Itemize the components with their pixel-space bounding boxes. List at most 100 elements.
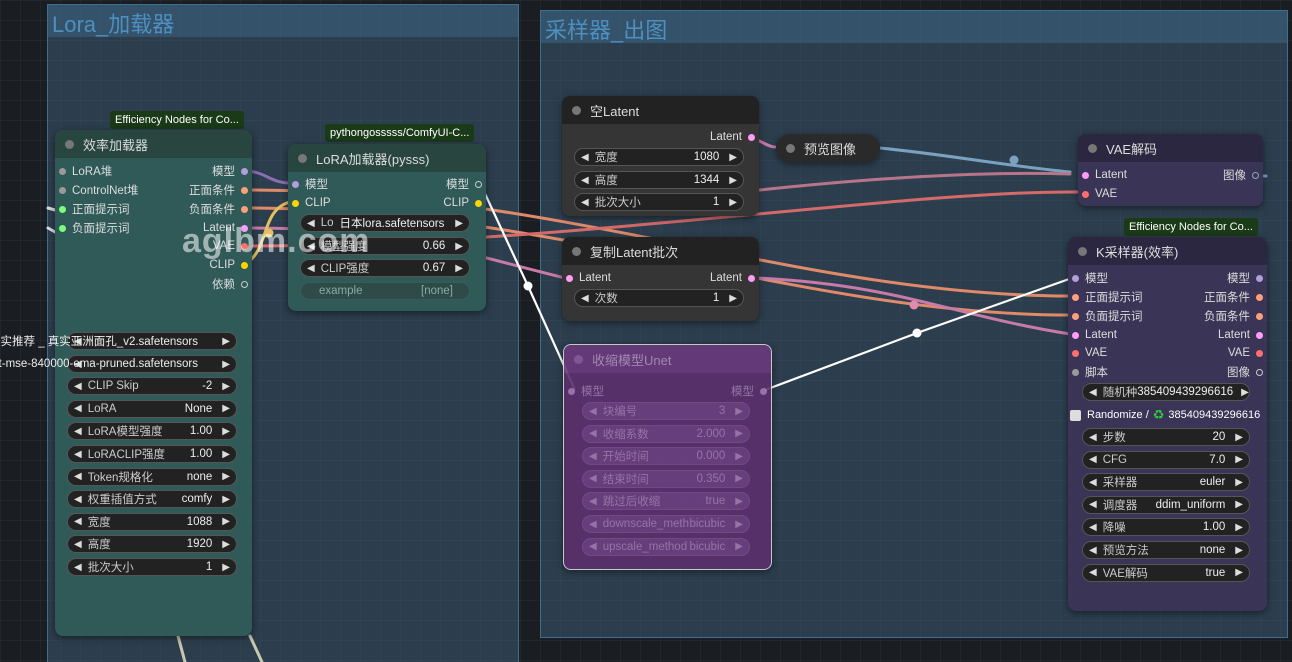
- input-latent[interactable]: Latent: [1082, 166, 1127, 184]
- arrow-right-icon[interactable]: ▶: [1235, 545, 1243, 556]
- arrow-left-icon[interactable]: ◀: [74, 539, 82, 550]
- arrow-right-icon[interactable]: ▶: [455, 218, 463, 229]
- arrow-right-icon[interactable]: ▶: [222, 539, 230, 550]
- token-normalization-combo[interactable]: ◀ Token规格化 none ▶: [67, 467, 237, 486]
- recycle-icon[interactable]: ♻: [1153, 407, 1165, 423]
- preview-image-node[interactable]: 预览图像: [776, 134, 880, 162]
- input-controlnet-stack[interactable]: ControlNet堆: [59, 181, 138, 199]
- arrow-left-icon[interactable]: ◀: [589, 496, 597, 507]
- weight-interpretation-combo[interactable]: ◀ 权重插值方式 comfy ▶: [67, 490, 237, 509]
- arrow-right-icon[interactable]: ▶: [735, 451, 743, 462]
- lora-loader-header[interactable]: LoRA加载器(pysss): [288, 144, 486, 172]
- collapse-dot-icon[interactable]: [298, 153, 307, 163]
- output-model[interactable]: 模型: [731, 382, 767, 400]
- arrow-right-icon[interactable]: ▶: [735, 406, 743, 417]
- vae-name-combo[interactable]: ◀ vae-ft-mse-840000-ema-pruned.safetenso…: [0, 355, 237, 373]
- steps-input[interactable]: ◀ 步数 20 ▶: [1082, 428, 1250, 446]
- arrow-right-icon[interactable]: ▶: [729, 152, 737, 163]
- output-latent[interactable]: Latent: [710, 128, 755, 146]
- input-latent[interactable]: Latent: [1072, 326, 1117, 344]
- arrow-left-icon[interactable]: ◀: [1089, 499, 1097, 510]
- batch-size-input[interactable]: ◀ 批次大小 1 ▶: [67, 558, 237, 576]
- arrow-left-icon[interactable]: ◀: [74, 403, 82, 414]
- arrow-left-icon[interactable]: ◀: [74, 494, 82, 505]
- arrow-left-icon[interactable]: ◀: [74, 516, 82, 527]
- output-negative[interactable]: 负面条件: [189, 200, 248, 218]
- arrow-left-icon[interactable]: ◀: [581, 175, 589, 186]
- arrow-left-icon[interactable]: ◀: [74, 471, 82, 482]
- arrow-right-icon[interactable]: ▶: [1235, 567, 1243, 578]
- output-negative[interactable]: 负面条件: [1204, 307, 1263, 325]
- batch-size-input[interactable]: ◀ 批次大小 1 ▶: [574, 193, 744, 211]
- output-vae[interactable]: VAE: [1228, 344, 1263, 362]
- arrow-left-icon[interactable]: ◀: [1089, 545, 1097, 556]
- unet-shrink-node[interactable]: 收缩模型Unet 模型 模型 ◀ 块编号 3 ▶ ◀ 收缩系数 2.000 ▶ ◀ 开始时间 0.0…: [563, 344, 772, 570]
- empty-latent-node[interactable]: 空Latent Latent ◀ 宽度 1080 ▶ ◀ 高度 1344 ▶ ◀…: [562, 96, 759, 216]
- arrow-right-icon[interactable]: ▶: [222, 562, 230, 573]
- input-positive-prompt[interactable]: 正面提示词: [59, 200, 130, 218]
- arrow-left-icon[interactable]: ◀: [1089, 387, 1097, 398]
- arrow-right-icon[interactable]: ▶: [735, 541, 743, 552]
- arrow-left-icon[interactable]: ◀: [589, 541, 597, 552]
- arrow-right-icon[interactable]: ▶: [222, 426, 230, 437]
- preview-method-combo[interactable]: ◀ 预览方法 none ▶: [1082, 541, 1250, 559]
- input-positive[interactable]: 正面提示词: [1072, 288, 1143, 306]
- arrow-right-icon[interactable]: ▶: [735, 428, 743, 439]
- output-positive[interactable]: 正面条件: [189, 181, 248, 199]
- input-vae[interactable]: VAE: [1082, 185, 1117, 203]
- arrow-right-icon[interactable]: ▶: [222, 381, 230, 392]
- arrow-right-icon[interactable]: ▶: [729, 175, 737, 186]
- ckpt-name-combo[interactable]: ◀ 写实推荐 _ 真实亚洲面孔_v2.safetensors ▶: [0, 332, 237, 350]
- arrow-left-icon[interactable]: ◀: [1089, 432, 1097, 443]
- arrow-right-icon[interactable]: ▶: [455, 241, 463, 252]
- block-number-input[interactable]: ◀ 块编号 3 ▶: [582, 402, 750, 420]
- output-positive[interactable]: 正面条件: [1204, 288, 1263, 306]
- output-image[interactable]: 图像: [1227, 363, 1263, 381]
- upscale-method-combo[interactable]: ◀ upscale_method bicubic ▶: [582, 537, 750, 556]
- arrow-right-icon[interactable]: ▶: [735, 473, 743, 484]
- collapse-dot-icon[interactable]: [572, 105, 581, 115]
- arrow-left-icon[interactable]: ◀: [74, 562, 82, 573]
- vae-decode-header[interactable]: VAE解码: [1078, 134, 1263, 162]
- arrow-left-icon[interactable]: ◀: [74, 449, 82, 460]
- arrow-left-icon[interactable]: ◀: [589, 406, 597, 417]
- arrow-left-icon[interactable]: ◀: [74, 426, 82, 437]
- arrow-left-icon[interactable]: ◀: [581, 152, 589, 163]
- arrow-left-icon[interactable]: ◀: [589, 473, 597, 484]
- height-input[interactable]: ◀ 高度 1344 ▶: [574, 171, 744, 189]
- clip-skip-input[interactable]: ◀ CLIP Skip -2 ▶: [67, 377, 237, 396]
- height-input[interactable]: ◀ 高度 1920 ▶: [67, 535, 237, 554]
- cfg-input[interactable]: ◀ CFG 7.0 ▶: [1082, 450, 1250, 469]
- input-vae[interactable]: VAE: [1072, 344, 1107, 362]
- efficiency-loader-header[interactable]: 效率加载器: [55, 130, 252, 158]
- seed-input[interactable]: ◀ 随机种 385409439296616 ▶: [1082, 383, 1250, 401]
- lora-clip-strength[interactable]: ◀ LoRACLIP强度 1.00 ▶: [67, 445, 237, 463]
- output-model[interactable]: 模型: [212, 162, 248, 180]
- lora-model-strength[interactable]: ◀ LoRA模型强度 1.00 ▶: [67, 422, 237, 441]
- output-model[interactable]: 模型: [1227, 269, 1263, 287]
- arrow-right-icon[interactable]: ▶: [729, 293, 737, 304]
- collapse-dot-icon[interactable]: [1078, 246, 1087, 256]
- arrow-right-icon[interactable]: ▶: [222, 494, 230, 505]
- scheduler-combo[interactable]: ◀ 调度器 ddim_uniform ▶: [1082, 495, 1250, 514]
- collapse-dot-icon[interactable]: [65, 139, 74, 149]
- arrow-left-icon[interactable]: ◀: [307, 263, 315, 274]
- arrow-right-icon[interactable]: ▶: [222, 403, 230, 414]
- amount-input[interactable]: ◀ 次数 1 ▶: [574, 289, 744, 307]
- input-script[interactable]: 脚本: [1072, 363, 1108, 381]
- arrow-left-icon[interactable]: ◀: [1089, 522, 1097, 533]
- arrow-left-icon[interactable]: ◀: [1089, 454, 1097, 465]
- denoise-input[interactable]: ◀ 降噪 1.00 ▶: [1082, 518, 1250, 537]
- input-negative-prompt[interactable]: 负面提示词: [59, 219, 130, 237]
- arrow-left-icon[interactable]: ◀: [589, 428, 597, 439]
- arrow-left-icon[interactable]: ◀: [74, 381, 82, 392]
- arrow-right-icon[interactable]: ▶: [735, 519, 743, 530]
- arrow-right-icon[interactable]: ▶: [222, 449, 230, 460]
- end-percent-input[interactable]: ◀ 结束时间 0.350 ▶: [582, 469, 750, 488]
- lora-example-combo[interactable]: example [none]: [300, 282, 470, 300]
- arrow-right-icon[interactable]: ▶: [222, 471, 230, 482]
- input-latent[interactable]: Latent: [566, 269, 611, 287]
- arrow-right-icon[interactable]: ▶: [1235, 477, 1243, 488]
- collapse-dot-icon[interactable]: [572, 246, 581, 256]
- dice-icon[interactable]: [1070, 409, 1081, 421]
